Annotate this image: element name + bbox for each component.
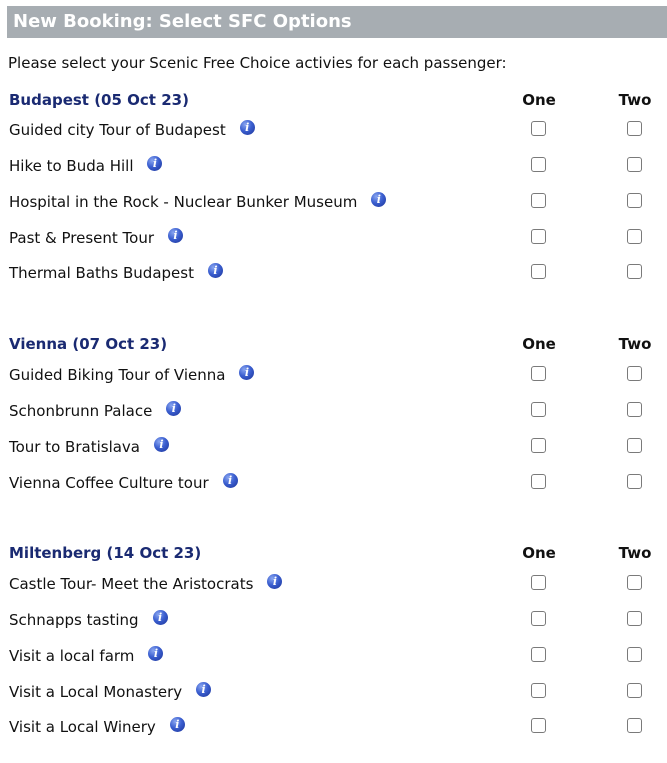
passenger-one-checkbox[interactable] bbox=[531, 157, 546, 172]
info-icon[interactable]: i bbox=[267, 574, 283, 589]
passenger-two-checkbox[interactable] bbox=[627, 229, 642, 244]
activity-row: Visit a local farm i bbox=[0, 640, 667, 672]
activity-label: Vienna Coffee Culture tour bbox=[9, 474, 209, 492]
activity-row: Visit a Local Monastery i bbox=[0, 676, 667, 708]
info-icon[interactable]: i bbox=[239, 365, 255, 380]
activity-label: Tour to Bratislava bbox=[9, 438, 141, 456]
info-icon[interactable]: i bbox=[148, 646, 164, 661]
column-header-two: Two bbox=[618, 544, 652, 562]
passenger-two-checkbox[interactable] bbox=[627, 718, 642, 733]
column-header-one: One bbox=[522, 544, 556, 562]
passenger-two-checkbox[interactable] bbox=[627, 366, 642, 381]
info-icon[interactable]: i bbox=[152, 610, 168, 625]
passenger-two-checkbox[interactable] bbox=[627, 264, 642, 279]
info-icon[interactable]: i bbox=[169, 717, 185, 732]
passenger-one-checkbox[interactable] bbox=[531, 366, 546, 381]
activity-label: Schonbrunn Palace bbox=[9, 402, 153, 420]
activity-row: Castle Tour- Meet the Aristocrats i bbox=[0, 568, 667, 600]
activity-row: Guided city Tour of Budapest i bbox=[0, 114, 667, 146]
activity-label: Hospital in the Rock - Nuclear Bunker Mu… bbox=[9, 193, 358, 211]
passenger-two-checkbox[interactable] bbox=[627, 647, 642, 662]
passenger-one-checkbox[interactable] bbox=[531, 575, 546, 590]
activity-row: Schnapps tasting i bbox=[0, 604, 667, 636]
page-title-bar: New Booking: Select SFC Options bbox=[7, 6, 667, 38]
passenger-one-checkbox[interactable] bbox=[531, 438, 546, 453]
passenger-one-checkbox[interactable] bbox=[531, 121, 546, 136]
section-header: Budapest (05 Oct 23) One Two bbox=[0, 88, 667, 112]
info-icon[interactable]: i bbox=[168, 228, 184, 243]
activity-row: Thermal Baths Budapest i bbox=[0, 257, 667, 289]
info-icon[interactable]: i bbox=[154, 437, 170, 452]
intro-text: Please select your Scenic Free Choice ac… bbox=[8, 54, 507, 72]
info-icon[interactable]: i bbox=[147, 156, 163, 171]
info-icon[interactable]: i bbox=[222, 473, 238, 488]
column-header-two: Two bbox=[618, 335, 652, 353]
activity-label: Schnapps tasting bbox=[9, 611, 139, 629]
passenger-two-checkbox[interactable] bbox=[627, 474, 642, 489]
city-heading: Vienna (07 Oct 23) bbox=[9, 335, 168, 353]
passenger-one-checkbox[interactable] bbox=[531, 474, 546, 489]
passenger-two-checkbox[interactable] bbox=[627, 611, 642, 626]
info-icon[interactable]: i bbox=[196, 682, 212, 697]
activity-label: Guided Biking Tour of Vienna bbox=[9, 366, 226, 384]
column-header-two: Two bbox=[618, 91, 652, 109]
city-heading: Miltenberg (14 Oct 23) bbox=[9, 544, 202, 562]
activity-label: Guided city Tour of Budapest bbox=[9, 121, 226, 139]
activity-label: Castle Tour- Meet the Aristocrats bbox=[9, 575, 254, 593]
section-header: Vienna (07 Oct 23) One Two bbox=[0, 332, 667, 356]
passenger-two-checkbox[interactable] bbox=[627, 438, 642, 453]
passenger-one-checkbox[interactable] bbox=[531, 718, 546, 733]
passenger-one-checkbox[interactable] bbox=[531, 193, 546, 208]
section-header: Miltenberg (14 Oct 23) One Two bbox=[0, 541, 667, 565]
info-icon[interactable]: i bbox=[166, 401, 182, 416]
passenger-two-checkbox[interactable] bbox=[627, 402, 642, 417]
activity-row: Vienna Coffee Culture tour i bbox=[0, 467, 667, 499]
activity-row: Schonbrunn Palace i bbox=[0, 395, 667, 427]
activity-label: Past & Present Tour bbox=[9, 229, 155, 247]
page-title: New Booking: Select SFC Options bbox=[13, 11, 352, 32]
activity-row: Visit a Local Winery i bbox=[0, 711, 667, 743]
passenger-one-checkbox[interactable] bbox=[531, 229, 546, 244]
passenger-one-checkbox[interactable] bbox=[531, 647, 546, 662]
passenger-one-checkbox[interactable] bbox=[531, 264, 546, 279]
activity-label: Visit a Local Monastery bbox=[9, 683, 183, 701]
info-icon[interactable]: i bbox=[371, 192, 387, 207]
passenger-two-checkbox[interactable] bbox=[627, 157, 642, 172]
passenger-two-checkbox[interactable] bbox=[627, 121, 642, 136]
passenger-one-checkbox[interactable] bbox=[531, 683, 546, 698]
activity-label: Visit a Local Winery bbox=[9, 718, 156, 736]
activity-row: Past & Present Tour i bbox=[0, 222, 667, 254]
activity-label: Visit a local farm bbox=[9, 647, 135, 665]
passenger-two-checkbox[interactable] bbox=[627, 683, 642, 698]
activity-row: Hospital in the Rock - Nuclear Bunker Mu… bbox=[0, 186, 667, 218]
passenger-one-checkbox[interactable] bbox=[531, 611, 546, 626]
info-icon[interactable]: i bbox=[207, 263, 223, 278]
column-header-one: One bbox=[522, 335, 556, 353]
passenger-one-checkbox[interactable] bbox=[531, 402, 546, 417]
city-heading: Budapest (05 Oct 23) bbox=[9, 91, 189, 109]
column-header-one: One bbox=[522, 91, 556, 109]
activity-row: Guided Biking Tour of Vienna i bbox=[0, 359, 667, 391]
passenger-two-checkbox[interactable] bbox=[627, 193, 642, 208]
activity-row: Tour to Bratislava i bbox=[0, 431, 667, 463]
passenger-two-checkbox[interactable] bbox=[627, 575, 642, 590]
activity-row: Hike to Buda Hill i bbox=[0, 150, 667, 182]
activity-label: Hike to Buda Hill bbox=[9, 157, 134, 175]
activity-label: Thermal Baths Budapest bbox=[9, 264, 194, 282]
info-icon[interactable]: i bbox=[239, 120, 255, 135]
